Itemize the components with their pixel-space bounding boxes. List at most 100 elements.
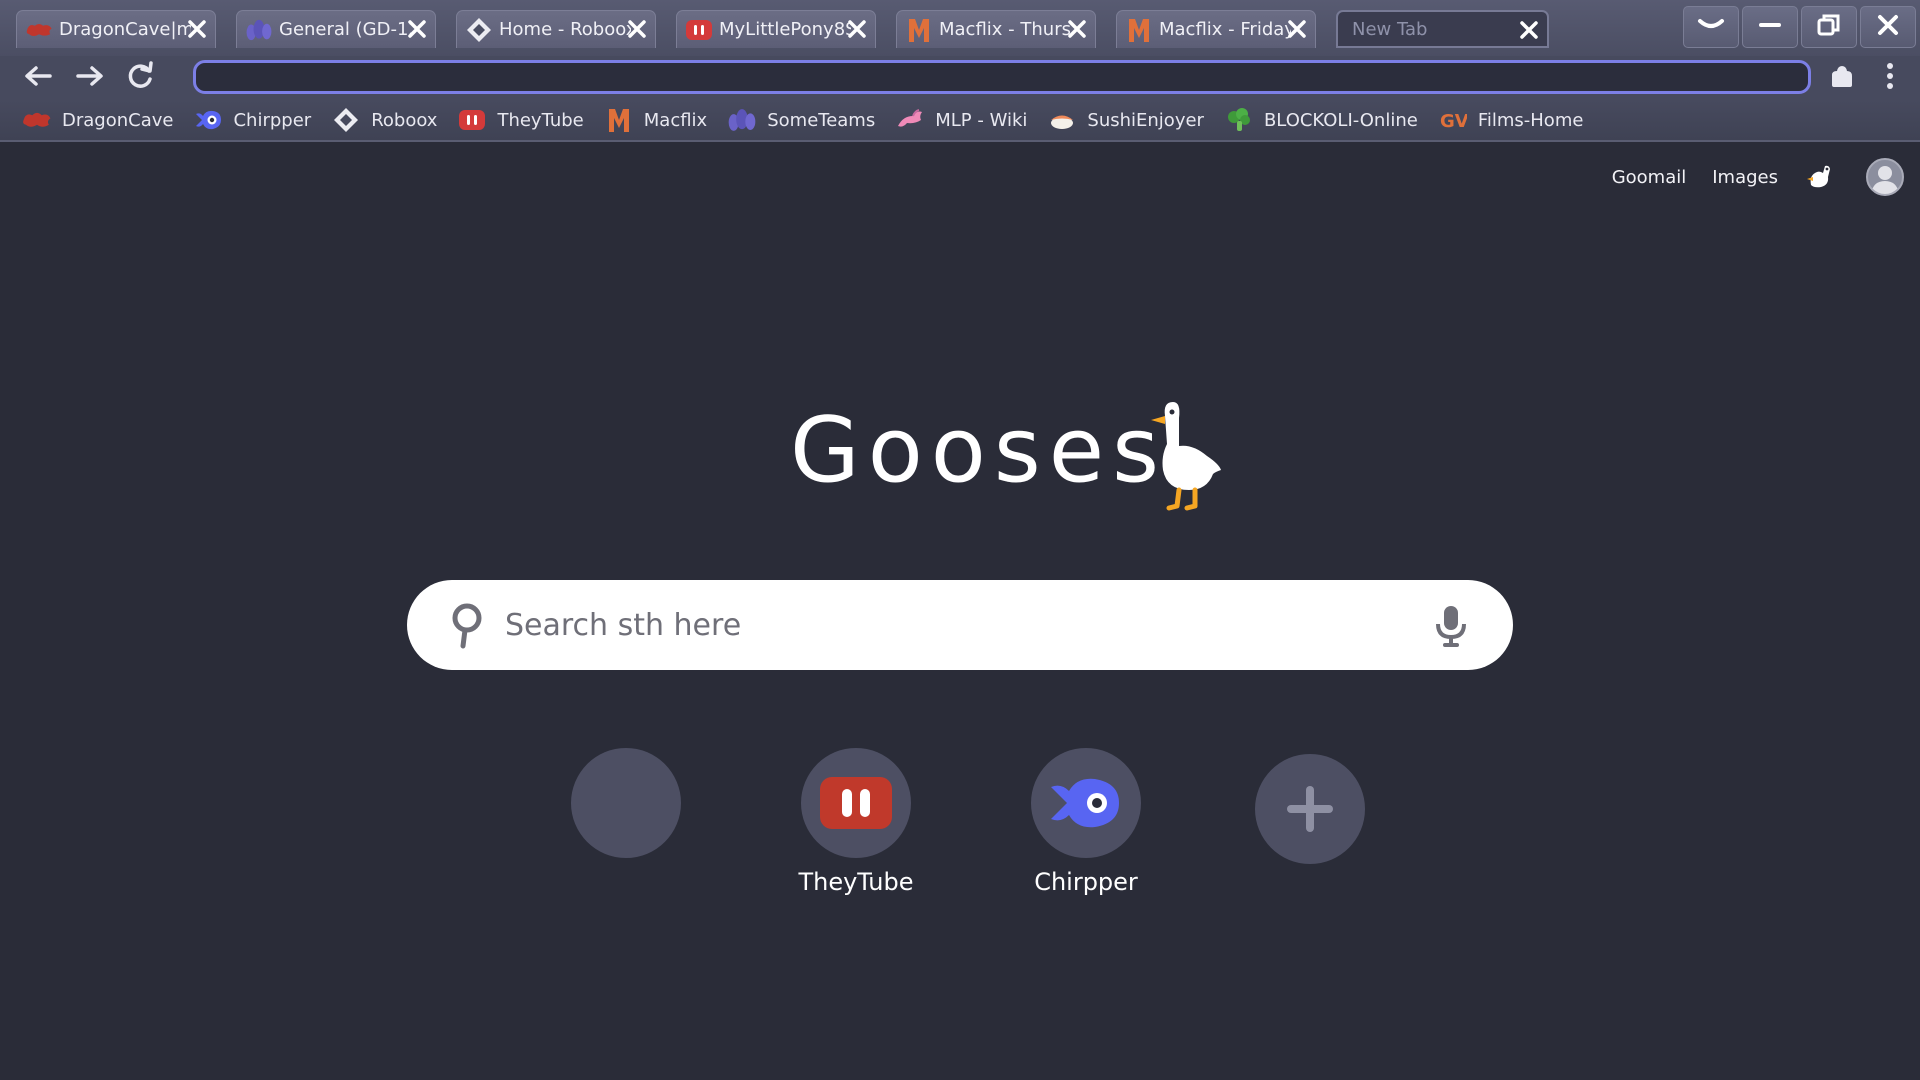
someteams-icon — [727, 107, 757, 133]
toolbar — [0, 56, 1920, 100]
goose-apps-icon[interactable] — [1804, 161, 1836, 193]
bookmark-blockoli[interactable]: BLOCKOLI-Online — [1224, 104, 1418, 136]
minimize-icon — [1757, 15, 1783, 39]
bookmark-chirpper[interactable]: Chirpper — [193, 104, 311, 136]
shortcut-tile — [1031, 748, 1141, 858]
minimize-button[interactable] — [1742, 6, 1798, 48]
reload-icon — [124, 61, 156, 95]
bookmark-label: BLOCKOLI-Online — [1263, 109, 1418, 131]
shortcut-label: TheyTube — [798, 868, 914, 896]
images-link[interactable]: Images — [1712, 167, 1778, 188]
tab-title: New Tab — [1352, 18, 1428, 40]
arrow-left-icon — [23, 64, 53, 92]
close-icon[interactable] — [185, 17, 209, 41]
empty-shortcut-tile — [571, 748, 681, 858]
forward-button[interactable] — [72, 62, 108, 94]
bookmark-label: SomeTeams — [767, 109, 876, 131]
window-controls — [1680, 6, 1916, 48]
theytube-icon — [457, 107, 487, 133]
address-bar[interactable] — [193, 60, 1811, 94]
tab-new-tab-active[interactable]: New Tab — [1336, 10, 1549, 48]
avatar[interactable] — [1866, 158, 1904, 196]
reload-button[interactable] — [122, 61, 158, 95]
bookmark-macflix[interactable]: Macflix — [604, 104, 707, 136]
sushi-icon — [1047, 107, 1077, 133]
dragon-icon — [25, 18, 53, 42]
add-shortcut-button[interactable] — [1230, 754, 1390, 874]
roboox-icon — [331, 107, 361, 133]
bookmark-label: MLP - Wiki — [935, 109, 1028, 131]
close-icon[interactable] — [1065, 17, 1089, 41]
close-icon[interactable] — [1517, 18, 1541, 42]
top-links: Goomail Images — [1612, 158, 1904, 196]
tab-macflix-thursday[interactable]: Macflix - Thursd — [896, 10, 1096, 48]
extensions-button[interactable] — [1826, 62, 1858, 94]
dragon-icon — [22, 107, 52, 133]
macflix-icon — [905, 18, 933, 42]
shortcut-theytube[interactable]: TheyTube — [776, 748, 936, 896]
films-icon: GV — [1438, 107, 1468, 133]
bookmark-label: Macflix — [643, 109, 708, 131]
chirpper-icon — [193, 107, 223, 133]
shortcut-chirpper[interactable]: Chirpper — [1006, 748, 1166, 896]
bookmark-label: Chirpper — [233, 109, 312, 131]
goomail-link[interactable]: Goomail — [1612, 167, 1687, 188]
tab-general[interactable]: General (GD-12 — [236, 10, 436, 48]
close-icon[interactable] — [845, 17, 869, 41]
shortcut-label: Chirpper — [1034, 868, 1138, 896]
tab-title: MyLittlePony8Sp — [719, 19, 851, 40]
tab-list: DragonCave|m General (GD-12 Home - Roboo… — [16, 10, 1569, 50]
shortcut-empty[interactable] — [546, 748, 706, 868]
bookmark-films-home[interactable]: GV Films-Home — [1438, 104, 1584, 136]
search-icon — [452, 603, 482, 649]
microphone-icon[interactable] — [1433, 604, 1469, 648]
tab-search-button[interactable] — [1683, 6, 1739, 48]
close-icon[interactable] — [1285, 17, 1309, 41]
add-shortcut-tile — [1255, 754, 1365, 864]
bookmark-sushienjoyer[interactable]: SushiEnjoyer — [1047, 104, 1204, 136]
tab-mylittlepony[interactable]: MyLittlePony8Sp — [676, 10, 876, 48]
gooses-logo: Gooses — [790, 398, 1230, 528]
restore-icon — [1816, 12, 1842, 42]
more-vertical-icon — [1885, 61, 1895, 95]
bookmark-theytube[interactable]: TheyTube — [457, 104, 584, 136]
close-window-button[interactable] — [1860, 6, 1916, 48]
menu-button[interactable] — [1874, 62, 1906, 94]
broccoli-icon — [1224, 107, 1254, 133]
tab-title: Home - Roboox — [499, 19, 631, 40]
tab-strip: DragonCave|m General (GD-12 Home - Roboo… — [0, 0, 1920, 56]
close-icon[interactable] — [405, 17, 429, 41]
bookmark-label: TheyTube — [497, 109, 584, 131]
bookmark-roboox[interactable]: Roboox — [331, 104, 437, 136]
arrow-right-icon — [75, 64, 105, 92]
add-icon — [1287, 786, 1333, 832]
bookmark-mlp-wiki[interactable]: MLP - Wiki — [895, 104, 1027, 136]
close-icon — [1876, 13, 1900, 41]
search-box[interactable] — [407, 580, 1513, 670]
bookmark-someteams[interactable]: SomeTeams — [727, 104, 875, 136]
roboox-icon — [465, 17, 493, 42]
chevron-down-icon — [1696, 15, 1726, 39]
pony-icon — [895, 107, 925, 133]
tab-macflix-friday[interactable]: Macflix - Friday — [1116, 10, 1316, 48]
theytube-icon — [820, 777, 892, 829]
bookmark-label: Films-Home — [1477, 109, 1584, 131]
restore-button[interactable] — [1801, 6, 1857, 48]
theytube-icon — [685, 18, 713, 42]
svg-text:GV: GV — [1440, 111, 1467, 131]
tab-title: General (GD-12 — [279, 19, 411, 40]
tab-title: Macflix - Friday — [1159, 19, 1291, 40]
bookmark-dragoncave[interactable]: DragonCave — [22, 104, 173, 136]
chirpper-icon — [1051, 778, 1119, 828]
back-button[interactable] — [20, 62, 56, 94]
macflix-icon — [604, 107, 634, 133]
tab-title: Macflix - Thursd — [939, 19, 1071, 40]
logo-text: Gooses — [790, 398, 1168, 503]
new-tab-page: Goomail Images Gooses Search sth here Th… — [0, 144, 1920, 1080]
close-icon[interactable] — [625, 17, 649, 41]
tab-dragoncave[interactable]: DragonCave|m — [16, 10, 216, 48]
bookmark-label: Roboox — [371, 109, 438, 131]
tab-roboox[interactable]: Home - Roboox — [456, 10, 656, 48]
search-input[interactable] — [505, 600, 1405, 650]
tab-title: DragonCave|m — [59, 19, 191, 40]
